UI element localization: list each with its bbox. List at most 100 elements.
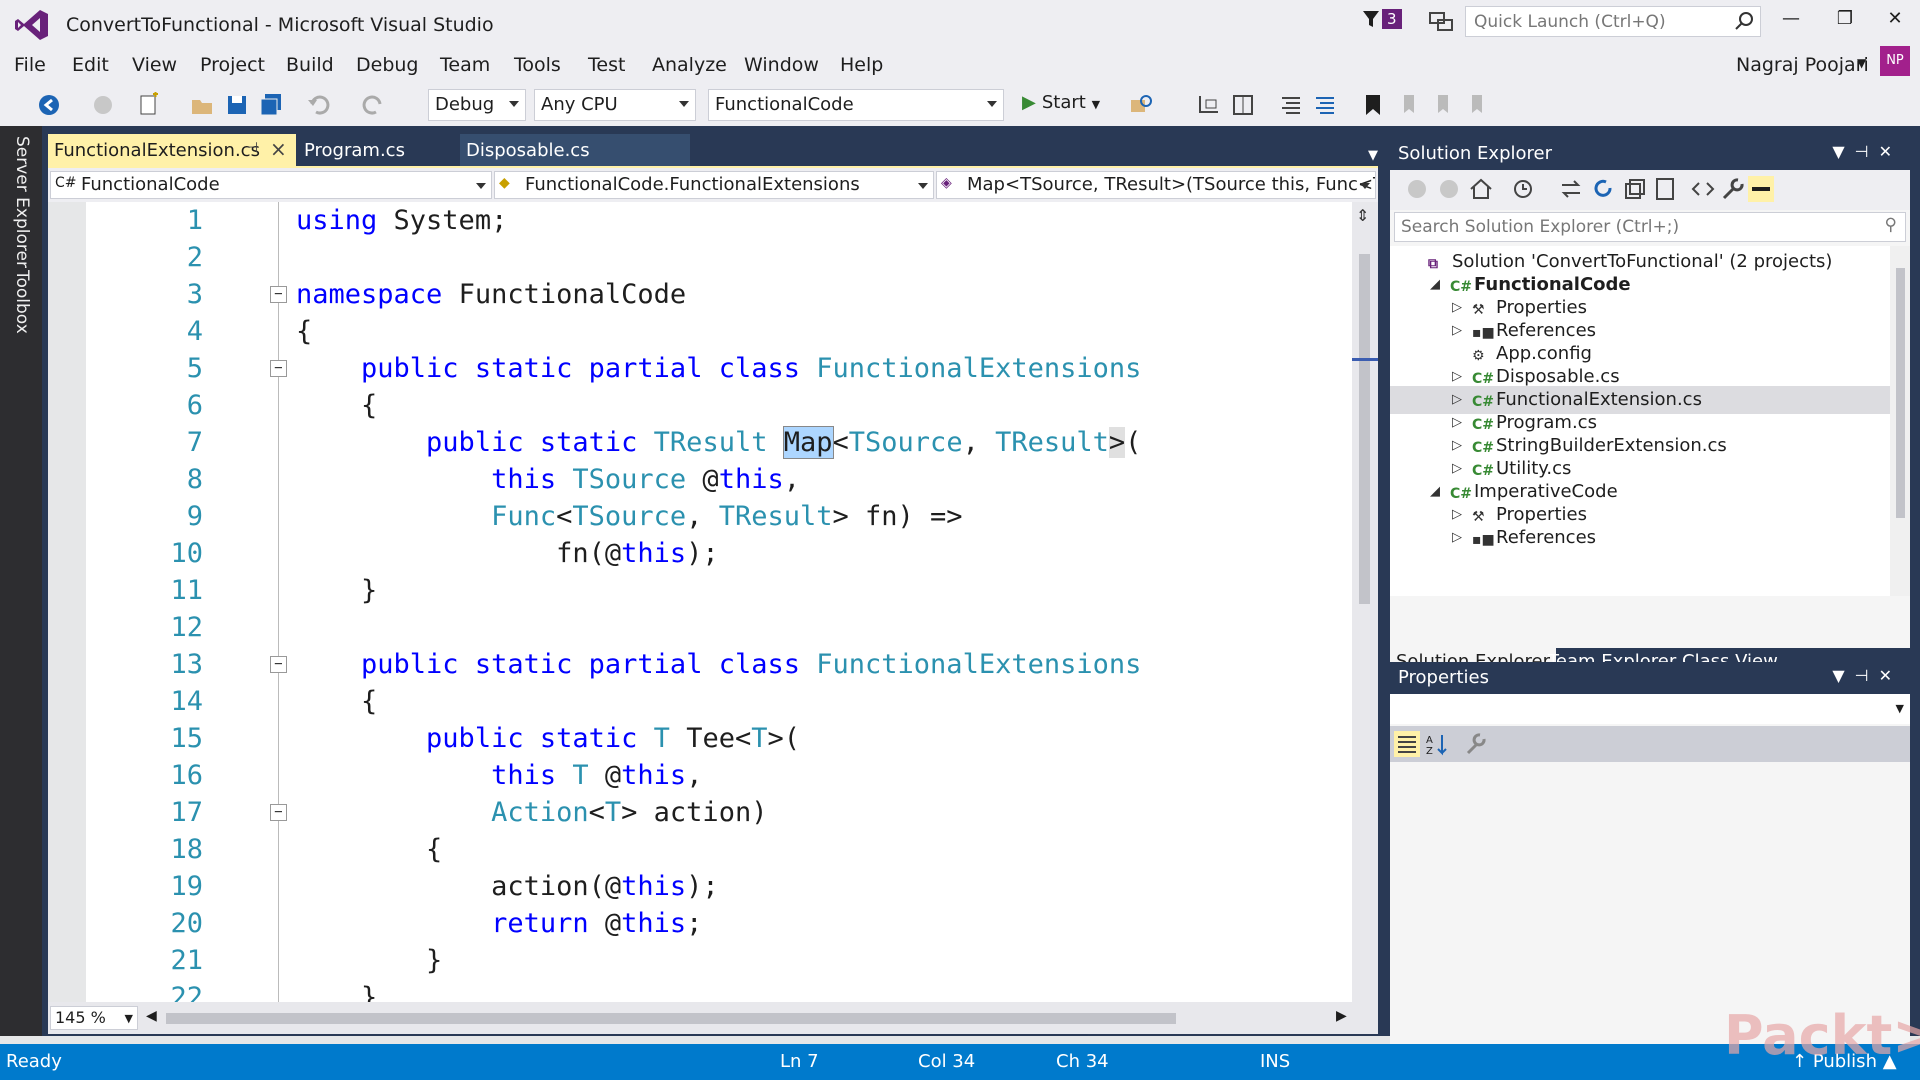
code-line[interactable]: 4{ <box>88 313 1378 350</box>
new-project-icon[interactable] <box>136 92 162 118</box>
back-icon[interactable] <box>1404 176 1430 202</box>
step-into-icon[interactable] <box>1196 92 1222 118</box>
server-explorer-tab[interactable]: Server Explorer <box>12 136 32 268</box>
tab-program[interactable]: Program.cs <box>298 134 411 166</box>
pending-changes-icon[interactable] <box>1510 176 1536 202</box>
clear-bookmarks-icon[interactable] <box>1464 92 1490 118</box>
start-button[interactable]: ▶ Start ▼ <box>1022 92 1100 113</box>
code-line[interactable]: 18 { <box>88 831 1378 868</box>
code-area[interactable]: 1 using System; 2 3− namespace FunctionalCod… <box>88 202 1378 1002</box>
restore-button[interactable]: ❐ <box>1830 8 1860 34</box>
menu-build[interactable]: Build <box>286 54 334 76</box>
code-line[interactable]: 13 − public static partial class Function… <box>88 646 1378 683</box>
solution-tree-scrollbar[interactable] <box>1890 246 1910 596</box>
view-code-icon[interactable] <box>1690 176 1716 202</box>
expand-arrow-icon[interactable]: ▷ <box>1452 524 1462 552</box>
forward-icon[interactable] <box>90 92 116 118</box>
zoom-select[interactable]: 145 % ▼ <box>50 1006 138 1030</box>
code-line[interactable]: 6 { <box>88 387 1378 424</box>
user-name[interactable]: Nagraj Poojari <box>1736 54 1869 76</box>
panel-controls[interactable]: ▼⊣✕ <box>1832 666 1902 685</box>
code-line[interactable]: 15 public static T Tee<T>( <box>88 720 1378 757</box>
uncomment-icon[interactable] <box>1312 92 1338 118</box>
code-editor[interactable]: 1 using System; 2 3− namespace FunctionalCod… <box>48 202 1378 1002</box>
menu-project[interactable]: Project <box>200 54 265 76</box>
prev-bookmark-icon[interactable] <box>1396 92 1422 118</box>
collapse-icon[interactable]: − <box>270 804 287 821</box>
menu-debug[interactable]: Debug <box>356 54 418 76</box>
preview-selected-icon[interactable] <box>1748 176 1774 202</box>
platform-select[interactable]: Any CPU <box>534 89 696 121</box>
feedback-icon[interactable] <box>1428 10 1454 34</box>
tab-functional-extension[interactable]: FunctionalExtension.cs ⊣ × <box>48 134 296 166</box>
editor-vertical-scrollbar[interactable]: ⇕ <box>1352 202 1378 1002</box>
menu-file[interactable]: File <box>14 54 46 76</box>
code-line[interactable]: 14 { <box>88 683 1378 720</box>
toolbox-tab[interactable]: Toolbox <box>12 270 32 334</box>
code-line[interactable]: 19 action(@this); <box>88 868 1378 905</box>
alphabetical-icon[interactable]: AZ <box>1424 731 1450 757</box>
close-icon[interactable]: × <box>270 137 287 161</box>
comment-icon[interactable] <box>1278 92 1304 118</box>
forward-icon[interactable] <box>1436 176 1462 202</box>
open-folder-icon[interactable] <box>190 92 216 118</box>
collapse-icon[interactable]: − <box>270 656 287 673</box>
menu-test[interactable]: Test <box>588 54 625 76</box>
object-select[interactable]: ▼ <box>1390 694 1910 724</box>
save-icon[interactable] <box>224 92 250 118</box>
project-nav-select[interactable]: C# FunctionalCode <box>50 171 492 199</box>
scroll-left-icon[interactable]: ◀ <box>146 1008 157 1024</box>
solution-search-input[interactable]: Search Solution Explorer (Ctrl+;) ⚲ <box>1394 212 1906 242</box>
bookmark-icon[interactable] <box>1360 92 1386 118</box>
quick-launch-input[interactable]: Quick Launch (Ctrl+Q) <box>1465 6 1761 37</box>
code-line[interactable]: 17 − Action<T> action) <box>88 794 1378 831</box>
tab-overflow-chevron-icon[interactable]: ▼ <box>1368 148 1378 163</box>
split-icon[interactable]: ⇕ <box>1356 206 1369 225</box>
scroll-thumb[interactable] <box>1359 254 1370 604</box>
code-line[interactable]: 21 } <box>88 942 1378 979</box>
save-all-icon[interactable] <box>258 92 284 118</box>
undo-icon[interactable] <box>306 92 332 118</box>
property-pages-icon[interactable] <box>1462 731 1488 757</box>
solution-tree[interactable]: ⧉ Solution 'ConvertToFunctional' (2 proje… <box>1390 246 1890 596</box>
type-nav-select[interactable]: ◆ FunctionalCode.FunctionalExtensions <box>494 171 934 199</box>
categorized-icon[interactable] <box>1394 731 1420 757</box>
panel-controls[interactable]: ▼⊣✕ <box>1832 142 1902 161</box>
startup-project-select[interactable]: FunctionalCode <box>708 89 1004 121</box>
code-line[interactable]: 9 Func<TSource, TResult> fn) => <box>88 498 1378 535</box>
code-line[interactable]: 5 − public static partial class Functiona… <box>88 350 1378 387</box>
step-over-icon[interactable] <box>1230 92 1256 118</box>
pin-icon[interactable]: ⊣ <box>246 140 258 156</box>
scroll-right-icon[interactable]: ▶ <box>1336 1008 1347 1024</box>
code-line[interactable]: 20 return @this; <box>88 905 1378 942</box>
code-line[interactable]: 11 } <box>88 572 1378 609</box>
code-line[interactable]: 10 fn(@this); <box>88 535 1378 572</box>
close-window-button[interactable]: ✕ <box>1880 8 1910 34</box>
user-caret-icon[interactable]: ▼ <box>1857 56 1866 70</box>
menu-tools[interactable]: Tools <box>514 54 561 76</box>
show-all-files-icon[interactable] <box>1652 176 1678 202</box>
code-line[interactable]: 1 using System; <box>88 202 1378 239</box>
code-line[interactable]: 8 this TSource @this, <box>88 461 1378 498</box>
notification-button[interactable]: 3 <box>1362 9 1402 29</box>
code-line[interactable]: 12 <box>88 609 1378 646</box>
scroll-thumb[interactable] <box>1896 268 1905 518</box>
menu-view[interactable]: View <box>132 54 177 76</box>
home-icon[interactable] <box>1468 176 1494 202</box>
code-line[interactable]: 3 − namespace FunctionalCode <box>88 276 1378 313</box>
collapse-icon[interactable]: − <box>270 360 287 377</box>
menu-window[interactable]: Window <box>744 54 819 76</box>
configuration-select[interactable]: Debug <box>428 89 526 121</box>
redo-icon[interactable] <box>360 92 386 118</box>
next-bookmark-icon[interactable] <box>1430 92 1456 118</box>
horizontal-scroll-thumb[interactable] <box>166 1013 1176 1024</box>
minimize-button[interactable]: — <box>1776 8 1806 34</box>
tab-disposable[interactable]: Disposable.cs <box>460 134 690 166</box>
find-in-files-icon[interactable] <box>1128 92 1154 118</box>
code-line[interactable]: 22 } <box>88 979 1378 1002</box>
avatar[interactable]: NP <box>1880 46 1910 76</box>
back-icon[interactable] <box>36 92 62 118</box>
collapse-all-icon[interactable] <box>1622 176 1648 202</box>
tree-item[interactable]: ▷ ▪■ References <box>1390 524 1890 552</box>
code-line[interactable]: 2 <box>88 239 1378 276</box>
